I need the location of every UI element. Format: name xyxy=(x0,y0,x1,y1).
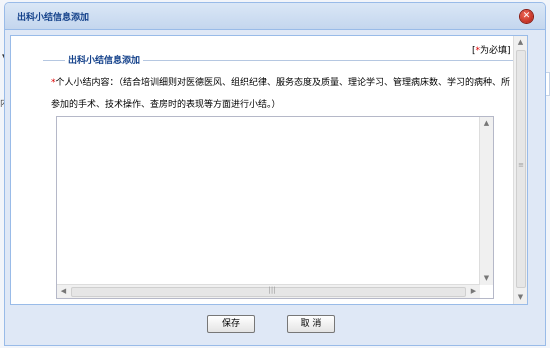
scroll-left-icon[interactable]: ◀ xyxy=(57,285,70,298)
dialog-titlebar[interactable]: 出科小结信息添加 ✕ xyxy=(5,3,545,30)
textarea-horizontal-scrollbar[interactable]: ◀ ||| ▶ xyxy=(57,284,480,298)
form-panel: [*为必填] 出科小结信息添加 *个人小结内容：（结合培训细则对医德医风、组织纪… xyxy=(10,35,528,305)
horizontal-scroll-thumb[interactable]: ||| xyxy=(71,286,466,297)
required-note: [*为必填] xyxy=(472,43,511,56)
required-note-text: 为必填] xyxy=(480,46,511,56)
close-icon[interactable]: ✕ xyxy=(520,10,533,23)
panel-scroll-thumb[interactable]: ≡ xyxy=(516,50,526,288)
scroll-down-icon[interactable]: ▼ xyxy=(480,272,493,285)
summary-label: *个人小结内容：（结合培训细则对医德医风、组织纪律、服务态度及质量、理论学习、管… xyxy=(51,72,511,116)
cancel-button[interactable]: 取 消 xyxy=(287,315,335,333)
textarea-vertical-scrollbar[interactable]: ▲ ▼ xyxy=(479,117,493,285)
dialog-window: 出科小结信息添加 ✕ [*为必填] 出科小结信息添加 *个人小结内容：（结合培训… xyxy=(4,2,546,346)
fieldset-legend: 出科小结信息添加 xyxy=(65,53,144,66)
panel-vertical-scrollbar[interactable]: ▲ ≡ ▼ xyxy=(513,36,527,304)
summary-label-text: 个人小结内容：（结合培训细则对医德医风、组织纪律、服务态度及质量、理论学习、管理… xyxy=(51,78,511,110)
dialog-title: 出科小结信息添加 xyxy=(17,13,90,23)
panel-scroll-up-icon[interactable]: ▲ xyxy=(514,36,527,49)
scroll-right-icon[interactable]: ▶ xyxy=(467,285,480,298)
scroll-up-icon[interactable]: ▲ xyxy=(480,117,493,130)
save-button[interactable]: 保存 xyxy=(207,315,255,333)
summary-textarea[interactable]: ▲ ▼ ◀ ||| ▶ xyxy=(56,116,494,299)
panel-scroll-down-icon[interactable]: ▼ xyxy=(514,291,527,304)
dialog-footer: 保存 取 消 xyxy=(5,315,545,337)
